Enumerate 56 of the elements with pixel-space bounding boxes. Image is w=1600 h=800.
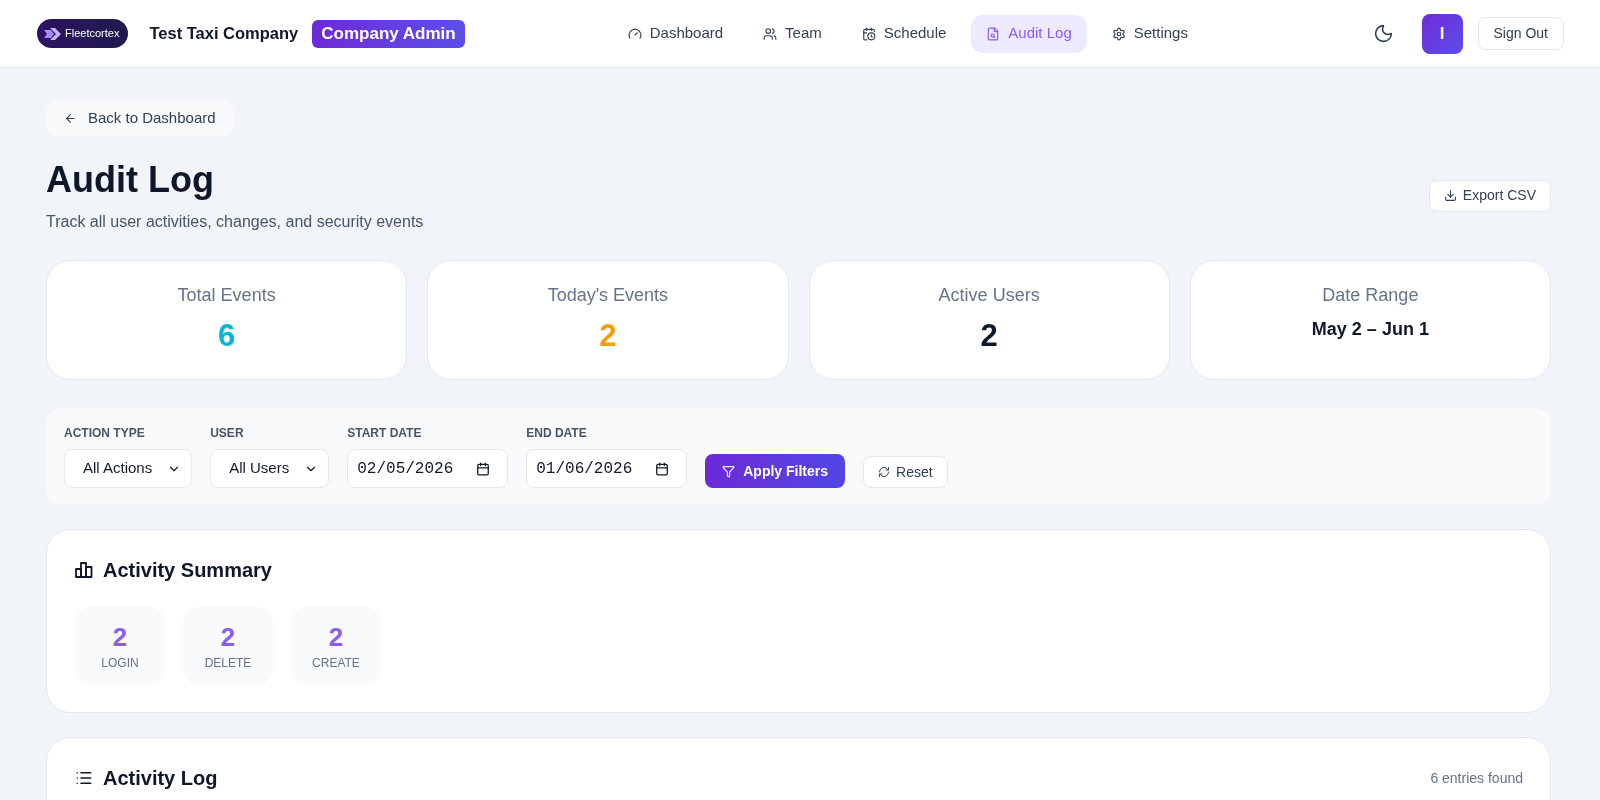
date-field[interactable]: 02/05/2026: [347, 449, 509, 488]
filter-label: USER: [210, 425, 245, 441]
back-button[interactable]: Back to Dashboard: [46, 100, 234, 136]
stat-value: 2: [599, 318, 617, 354]
moon-icon[interactable]: [1372, 23, 1394, 44]
company-name: Test Taxi Company: [149, 23, 299, 45]
apply-filters-button[interactable]: Apply Filters: [705, 454, 845, 488]
summary-label: CREATE: [312, 654, 360, 671]
export-button[interactable]: Export CSV: [1428, 179, 1551, 212]
summary-count: 2: [328, 621, 344, 652]
avatar-button[interactable]: I: [1421, 13, 1463, 54]
stat-value: 2: [980, 318, 998, 354]
filter-label: ACTION TYPE: [64, 425, 146, 441]
nav-tab[interactable]: Schedule: [846, 14, 962, 53]
logo-link[interactable]: Fleetcortex: [37, 19, 129, 48]
logo-icon: [44, 27, 61, 40]
bar-chart-icon: [75, 562, 93, 578]
filter-label: END DATE: [526, 425, 588, 441]
sign-out-button[interactable]: Sign Out: [1477, 17, 1564, 50]
dropdown-field[interactable]: All Actions: [64, 449, 193, 488]
filter-label: START DATE: [347, 425, 423, 441]
date-field[interactable]: 01/06/2026: [526, 449, 688, 488]
file-search-icon: [986, 26, 1001, 41]
entry-count: 6 entries found: [1430, 768, 1523, 788]
calendar-icon: [476, 461, 491, 476]
settings-icon: [1111, 26, 1126, 41]
dropdown-field[interactable]: All Users: [210, 449, 330, 488]
calendar-icon: [655, 461, 670, 476]
arrow-left-icon: [64, 111, 77, 125]
list-icon: [75, 769, 93, 787]
role-badge: Company Admin: [312, 19, 465, 48]
summary-label: LOGIN: [101, 654, 139, 671]
stat-label: Total Events: [177, 284, 276, 307]
summary-count: 2: [112, 621, 128, 652]
reset-button[interactable]: Reset: [863, 456, 948, 488]
stat-value: May 2 – Jun 1: [1311, 318, 1429, 341]
page-subtitle: Track all user activities, changes, and security events: [46, 212, 424, 232]
stat-label: Active Users: [938, 284, 1040, 307]
page-title: Audit Log: [46, 158, 215, 202]
stat-value: 6: [218, 318, 236, 354]
nav-tab[interactable]: Team: [748, 14, 837, 53]
gauge-icon: [627, 26, 642, 41]
refresh-icon: [878, 466, 890, 478]
people-icon: [763, 26, 778, 41]
nav-tab[interactable]: Settings: [1096, 14, 1203, 53]
nav-tab[interactable]: Dashboard: [612, 14, 739, 53]
stat-label: Date Range: [1322, 284, 1419, 307]
summary-count: 2: [220, 621, 236, 652]
stat-label: Today's Events: [547, 284, 669, 307]
calendar-clock-icon: [861, 26, 876, 41]
section-title: Activity Log: [103, 766, 218, 791]
funnel-icon: [722, 464, 736, 478]
section-title: Activity Summary: [103, 558, 272, 583]
summary-label: DELETE: [204, 654, 252, 671]
nav-tab[interactable]: Audit Log: [971, 14, 1087, 53]
download-icon: [1443, 189, 1457, 202]
